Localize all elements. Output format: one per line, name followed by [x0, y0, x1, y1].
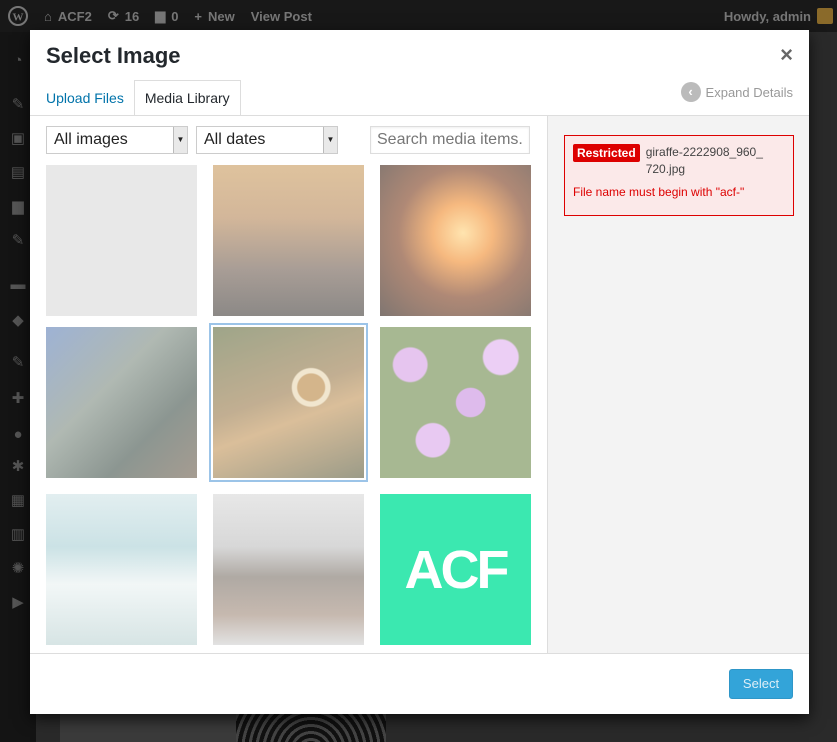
acf-logo: ACF [404, 539, 510, 600]
media-filters: All images ▼ All dates ▼ [46, 126, 338, 154]
avatar [817, 8, 833, 24]
notice-message: File name must begin with "acf-" [573, 185, 745, 199]
type-filter-select[interactable]: All images ▼ [46, 126, 188, 154]
pin-icon[interactable]: ✎ [9, 232, 27, 250]
attachment-thumbnail-acf[interactable]: ACF [380, 494, 531, 645]
select-image-modal: Select Image × Upload Files Media Librar… [30, 30, 809, 714]
pages-icon[interactable]: ▤ [9, 164, 27, 182]
date-filter-select[interactable]: All dates ▼ [196, 126, 338, 154]
admin-bar: W ⌂ ACF2 ⟳ 16 ▆ 0 + New View Post Howdy,… [0, 0, 837, 32]
dashboard-icon[interactable]: ◔ [9, 52, 27, 70]
plugins-icon[interactable]: ✚ [9, 390, 27, 408]
modal-toolbar: Select [30, 653, 809, 714]
tab-upload-files[interactable]: Upload Files [46, 81, 132, 115]
search-media-input[interactable] [370, 126, 530, 154]
type-filter-value: All images [54, 131, 128, 148]
tab-media-library[interactable]: Media Library [133, 80, 241, 116]
attachments-browser: All images ▼ All dates ▼ ACF [30, 116, 547, 653]
new-label: New [208, 8, 235, 24]
dropdown-arrow-icon: ▼ [323, 127, 337, 153]
fields-icon[interactable]: ▥ [9, 526, 27, 544]
attachment-thumbnail[interactable] [46, 494, 197, 645]
updates-icon: ⟳ [107, 8, 119, 23]
play-icon[interactable]: ▶ [9, 594, 27, 612]
new-content-link[interactable]: + New [186, 0, 242, 32]
restricted-badge: Restricted [573, 144, 640, 162]
tools-icon[interactable]: ✱ [9, 458, 27, 476]
woo-icon[interactable]: ▬ [9, 276, 27, 294]
expand-details-button[interactable]: ‹ Expand Details [680, 82, 793, 102]
appearance-icon[interactable]: ✎ [9, 354, 27, 372]
comments-count: 0 [171, 8, 179, 24]
view-post-label: View Post [250, 8, 312, 24]
attachment-thumbnail[interactable] [380, 165, 531, 316]
comments-link[interactable]: ▆ 0 [147, 0, 186, 32]
restricted-notice: Restricted giraffe-2222908_960_720.jpg F… [564, 135, 794, 216]
dropdown-arrow-icon: ▼ [173, 127, 187, 153]
media-icon[interactable]: ▣ [9, 130, 27, 148]
modal-title: Select Image [46, 43, 181, 68]
updates-count: 16 [124, 8, 140, 24]
page-background-image [236, 712, 386, 742]
plus-icon: + [194, 8, 203, 24]
howdy-label: Howdy, admin [723, 8, 811, 24]
notice-filename: giraffe-2222908_960_720.jpg [645, 145, 763, 176]
attachment-thumbnail[interactable] [380, 327, 531, 478]
attachment-thumbnail-selected[interactable] [213, 327, 364, 478]
media-tabs: Upload Files Media Library [46, 79, 241, 116]
users-icon[interactable]: ● [9, 426, 27, 444]
attachment-thumbnail[interactable] [213, 494, 364, 645]
attachment-thumbnail[interactable] [46, 327, 197, 478]
view-post-link[interactable]: View Post [243, 0, 320, 32]
expand-details-label: Expand Details [705, 84, 793, 100]
comments-icon: ▆ [155, 8, 166, 23]
svg-text:W: W [13, 12, 24, 24]
site-name-link[interactable]: ⌂ ACF2 [36, 0, 100, 32]
comments-menu-icon[interactable]: ▆ [9, 198, 27, 216]
media-sidebar: Restricted giraffe-2222908_960_720.jpg F… [547, 116, 809, 653]
wordpress-logo-icon[interactable]: W [0, 0, 36, 32]
chevron-left-icon: ‹ [680, 82, 701, 102]
site-name: ACF2 [57, 8, 92, 24]
my-account-link[interactable]: Howdy, admin [716, 0, 837, 32]
home-icon: ⌂ [44, 8, 52, 24]
products-icon[interactable]: ◆ [9, 312, 27, 330]
layout-icon[interactable]: ▦ [9, 492, 27, 510]
date-filter-value: All dates [204, 131, 266, 148]
close-icon[interactable]: × [780, 44, 793, 66]
posts-icon[interactable]: ✎ [9, 96, 27, 114]
settings-icon[interactable]: ✺ [9, 560, 27, 578]
updates-link[interactable]: ⟳ 16 [100, 0, 147, 32]
attachment-thumbnail[interactable] [46, 165, 197, 316]
attachment-thumbnail[interactable] [213, 165, 364, 316]
select-button[interactable]: Select [729, 669, 793, 699]
